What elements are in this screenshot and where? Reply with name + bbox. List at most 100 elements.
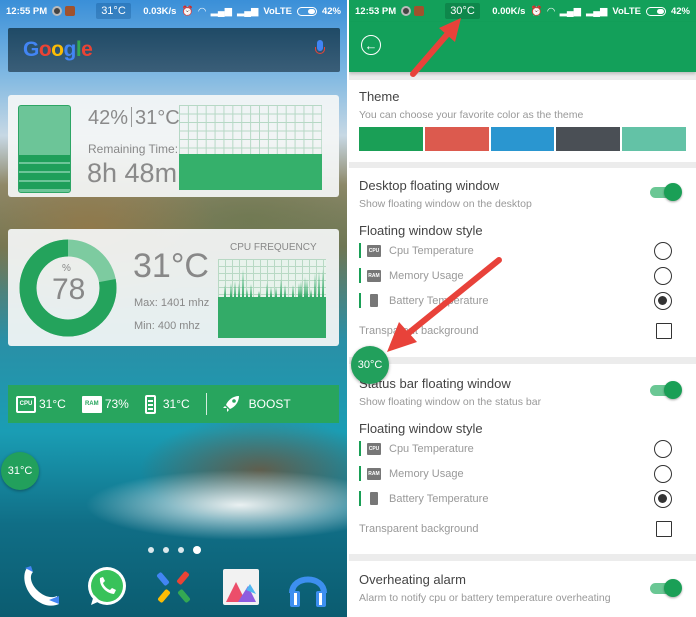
ram-chip-icon: RAM bbox=[367, 269, 381, 282]
ram-usage-text: 73% bbox=[104, 397, 129, 411]
cpu-frequency-label: CPU FREQUENCY bbox=[230, 242, 317, 253]
signal-icon: ▂▄▆ bbox=[210, 5, 232, 17]
overheating-subtitle: Alarm to notify cpu or battery temperatu… bbox=[359, 592, 611, 604]
status-time: 12:55 PM bbox=[6, 5, 48, 17]
app-dock bbox=[0, 562, 347, 612]
mic-icon[interactable] bbox=[315, 40, 325, 60]
cpu-min-frequency: Min: 400 mhz bbox=[134, 320, 201, 332]
signal-icon-2: ▂▄▆ bbox=[236, 5, 259, 17]
signal-icon: ▂▄▆ bbox=[559, 5, 581, 17]
alarm-icon: ⏰ bbox=[181, 5, 194, 17]
theme-section: Theme You can choose your favorite color… bbox=[349, 80, 696, 162]
radio-button-selected[interactable] bbox=[654, 489, 672, 508]
desktop-option-cpu[interactable]: CPU Cpu Temperature bbox=[359, 238, 686, 263]
desktop-floating-title: Desktop floating window bbox=[359, 178, 500, 193]
radio-button[interactable] bbox=[654, 241, 672, 260]
radio-button[interactable] bbox=[654, 266, 672, 285]
statusbar-style-title: Floating window style bbox=[359, 421, 483, 436]
phone-app[interactable] bbox=[17, 564, 63, 610]
desktop-transparent-row[interactable]: Transparent background bbox=[359, 318, 686, 343]
radio-button[interactable] bbox=[654, 439, 672, 458]
desktop-option-memory[interactable]: RAM Memory Usage bbox=[359, 263, 686, 288]
theme-subtitle: You can choose your favorite color as th… bbox=[359, 109, 584, 121]
pinwheel-app[interactable] bbox=[151, 564, 197, 610]
back-arrow-icon: ← bbox=[364, 37, 378, 53]
battery-widget[interactable]: 42% 31°C Remaining Time: 8h 48m bbox=[8, 95, 339, 197]
statusbar-floating-title: Status bar floating window bbox=[359, 376, 511, 391]
back-button[interactable]: ← bbox=[361, 35, 381, 55]
desktop-style-title: Floating window style bbox=[359, 223, 483, 238]
book-notification-icon bbox=[414, 6, 425, 16]
page-dot bbox=[178, 547, 184, 553]
theme-swatch-green[interactable] bbox=[359, 127, 423, 151]
book-notification-icon bbox=[65, 6, 76, 16]
status-bar: 12:55 PM 31°C 0.03K/s ⏰ ◠ ▂▄▆ ▂▄▆ VoLTE … bbox=[0, 0, 347, 22]
statusbar-transparent-checkbox[interactable] bbox=[656, 520, 672, 537]
page-dot bbox=[148, 547, 154, 553]
desktop-transparent-checkbox[interactable] bbox=[656, 322, 672, 339]
battery-percent: 42% bbox=[670, 5, 690, 17]
theme-swatches bbox=[359, 127, 686, 151]
status-time: 12:53 PM bbox=[355, 5, 397, 17]
ram-usage-item: RAM 73% bbox=[81, 395, 129, 413]
desktop-floating-section: Desktop floating window Show floating wi… bbox=[349, 168, 696, 357]
ram-chip-icon: RAM bbox=[81, 395, 102, 413]
status-temperature[interactable]: 30°C bbox=[445, 3, 480, 19]
radio-button[interactable] bbox=[654, 464, 672, 483]
floating-temperature-bubble[interactable]: 30°C bbox=[351, 346, 389, 384]
google-search-bar[interactable]: Google bbox=[8, 28, 340, 72]
cpu-frequency-graph bbox=[218, 259, 326, 338]
battery-icon bbox=[296, 6, 317, 16]
cpu-temperature: 31°C bbox=[133, 247, 209, 285]
cpu-usage-value: 78 bbox=[52, 273, 86, 306]
cpu-max-frequency: Max: 1401 mhz bbox=[134, 297, 210, 309]
network-type: VoLTE bbox=[612, 5, 641, 17]
radio-button-selected[interactable] bbox=[654, 291, 672, 310]
statusbar-option-memory[interactable]: RAM Memory Usage bbox=[359, 461, 686, 486]
boost-label: BOOST bbox=[248, 397, 291, 411]
gallery-app[interactable] bbox=[218, 564, 264, 610]
cpu-chip-icon: CPU bbox=[16, 395, 36, 413]
desktop-floating-subtitle: Show floating window on the desktop bbox=[359, 198, 532, 210]
home-screen: 12:55 PM 31°C 0.03K/s ⏰ ◠ ▂▄▆ ▂▄▆ VoLTE … bbox=[0, 0, 347, 617]
boost-button[interactable]: BOOST bbox=[221, 394, 291, 414]
page-indicator bbox=[148, 546, 201, 554]
cpu-temp-item: CPU 31°C bbox=[16, 395, 66, 413]
headphones-icon bbox=[288, 576, 327, 607]
status-temperature[interactable]: 31°C bbox=[96, 3, 131, 19]
overheating-toggle[interactable] bbox=[650, 578, 682, 598]
statusbar-option-cpu[interactable]: CPU Cpu Temperature bbox=[359, 436, 686, 461]
music-app[interactable] bbox=[285, 564, 331, 610]
whatsapp-app[interactable] bbox=[84, 564, 130, 610]
theme-swatch-gray[interactable] bbox=[556, 127, 621, 151]
status-bar: 12:53 PM 30°C 0.00K/s ⏰ ◠ ▂▄▆ ▂▄▆ VoLTE … bbox=[349, 0, 696, 22]
battery-icon bbox=[370, 492, 378, 505]
statusbar-floating-toggle[interactable] bbox=[650, 380, 682, 400]
battery-percent: 42% bbox=[321, 5, 341, 17]
battery-icon bbox=[645, 6, 666, 16]
page-dot bbox=[163, 547, 169, 553]
theme-swatch-blue[interactable] bbox=[490, 127, 555, 151]
statusbar-option-battery[interactable]: Battery Temperature bbox=[359, 486, 686, 511]
whatsapp-icon bbox=[87, 567, 126, 605]
battery-icon bbox=[144, 394, 156, 414]
rocket-icon bbox=[222, 396, 239, 412]
desktop-floating-toggle[interactable] bbox=[650, 182, 682, 202]
page-dot-active bbox=[193, 546, 201, 554]
theme-swatch-teal[interactable] bbox=[622, 127, 686, 151]
battery-temperature-value: 31°C bbox=[135, 107, 180, 129]
cpu-chip-icon: CPU bbox=[367, 442, 381, 455]
quick-status-widget[interactable]: CPU 31°C RAM 73% 31°C BOOST bbox=[8, 385, 339, 423]
floating-temperature-bubble[interactable]: 31°C bbox=[1, 452, 39, 490]
pinwheel-icon bbox=[156, 571, 190, 603]
google-logo: Google bbox=[23, 38, 93, 61]
battery-temp-text: 31°C bbox=[162, 397, 190, 411]
remaining-time-value: 8h 48m bbox=[87, 158, 178, 188]
camera-notification-icon bbox=[401, 6, 412, 16]
desktop-option-battery[interactable]: Battery Temperature bbox=[359, 288, 686, 313]
statusbar-transparent-row[interactable]: Transparent background bbox=[359, 516, 686, 541]
theme-swatch-red[interactable] bbox=[424, 127, 489, 151]
alarm-icon: ⏰ bbox=[530, 5, 543, 17]
cpu-widget[interactable]: % 78 31°C Max: 1401 mhz Min: 400 mhz CPU… bbox=[8, 229, 339, 346]
battery-icon bbox=[370, 294, 378, 307]
